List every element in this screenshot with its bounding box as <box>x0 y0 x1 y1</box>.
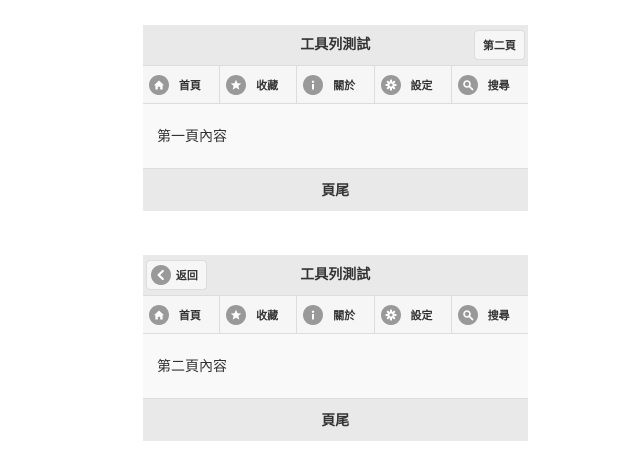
nav-item-home[interactable]: 首頁 <box>143 296 221 333</box>
back-arrow-icon <box>151 265 171 285</box>
second-page-button[interactable]: 第二頁 <box>474 30 525 60</box>
nav-item-about[interactable]: 關於 <box>297 66 375 103</box>
search-icon <box>457 304 478 325</box>
nav-label-search: 搜尋 <box>487 308 510 322</box>
info-icon <box>303 74 324 95</box>
nav-label-favorites: 收藏 <box>256 308 279 322</box>
header-toolbar: 工具列測試 第二頁 <box>143 25 528 66</box>
search-icon <box>457 74 478 95</box>
nav-item-settings[interactable]: 設定 <box>375 296 452 333</box>
footer: 頁尾 <box>143 398 528 441</box>
back-button[interactable]: 返回 <box>146 260 207 290</box>
gear-icon <box>380 304 401 325</box>
page-two: 工具列測試 返回 首頁 收藏 關於 設定 搜尋 第二頁內容 頁尾 <box>143 255 528 441</box>
home-icon <box>149 74 169 95</box>
nav-label-about: 關於 <box>333 308 356 322</box>
nav-item-settings[interactable]: 設定 <box>375 66 452 103</box>
star-icon <box>226 74 247 95</box>
navbar: 首頁 收藏 關於 設定 搜尋 <box>143 296 528 334</box>
star-icon <box>226 304 247 325</box>
nav-label-favorites: 收藏 <box>256 78 279 92</box>
nav-item-home[interactable]: 首頁 <box>143 66 221 103</box>
nav-item-about[interactable]: 關於 <box>297 296 375 333</box>
nav-item-search[interactable]: 搜尋 <box>452 296 528 333</box>
header-title: 工具列測試 <box>300 37 371 53</box>
footer: 頁尾 <box>143 168 528 211</box>
gear-icon <box>380 74 401 95</box>
nav-label-search: 搜尋 <box>487 78 510 92</box>
header-toolbar: 工具列測試 返回 <box>143 255 528 296</box>
page-content: 第二頁內容 <box>143 334 528 398</box>
info-icon <box>303 304 324 325</box>
nav-label-home: 首頁 <box>179 78 201 92</box>
nav-label-home: 首頁 <box>179 308 201 322</box>
nav-label-settings: 設定 <box>410 78 433 92</box>
navbar: 首頁 收藏 關於 設定 搜尋 <box>143 66 528 104</box>
page-content: 第一頁內容 <box>143 104 528 168</box>
nav-label-about: 關於 <box>333 78 356 92</box>
home-icon <box>149 304 169 325</box>
nav-item-favorites[interactable]: 收藏 <box>220 296 298 333</box>
nav-item-search[interactable]: 搜尋 <box>452 66 528 103</box>
nav-label-settings: 設定 <box>410 308 433 322</box>
back-button-label: 返回 <box>176 269 198 282</box>
nav-item-favorites[interactable]: 收藏 <box>220 66 298 103</box>
page-one: 工具列測試 第二頁 首頁 收藏 關於 設定 搜尋 第一頁內容 頁尾 <box>143 25 528 211</box>
